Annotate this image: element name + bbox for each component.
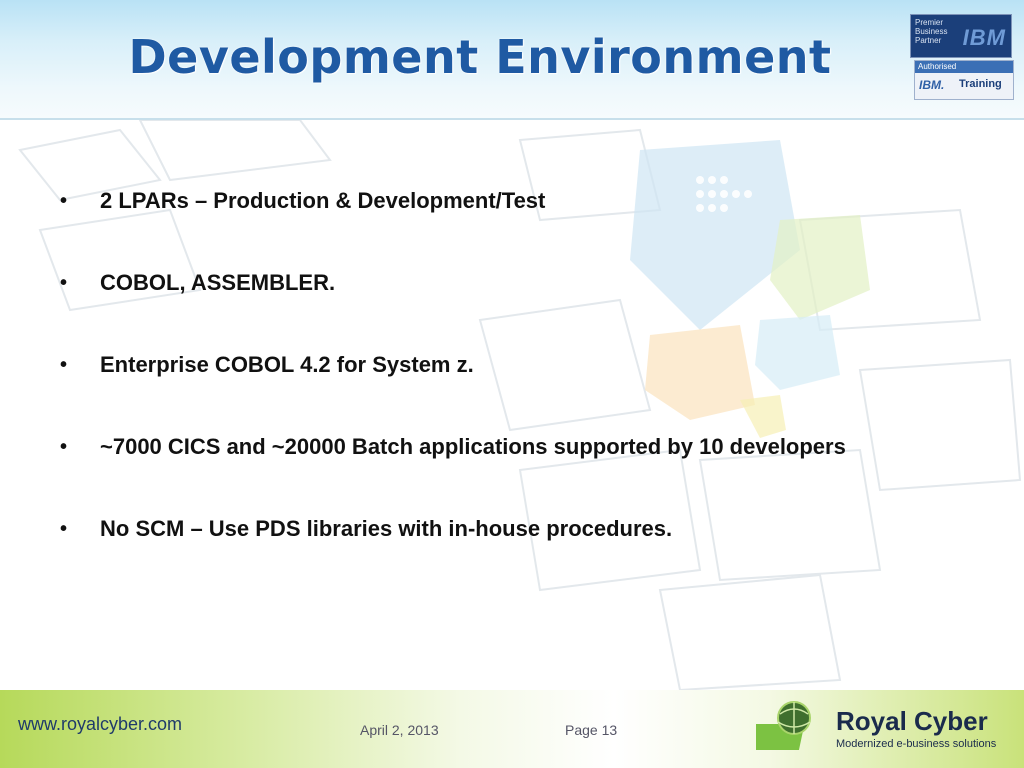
bullet-text: ~7000 CICS and ~20000 Batch applications… [100, 434, 846, 459]
bullet-item: • 2 LPARs – Production & Development/Test [60, 178, 960, 260]
bullet-item: • No SCM – Use PDS libraries with in-hous… [60, 506, 960, 588]
bullet-dot: • [60, 518, 68, 540]
bullet-text: Enterprise COBOL 4.2 for System z. [100, 352, 474, 377]
royal-cyber-logo: Royal Cyber Modernized e-business soluti… [748, 698, 1006, 760]
globe-icon [748, 701, 811, 750]
bullet-text: 2 LPARs – Production & Development/Test [100, 188, 546, 213]
bullet-dot: • [60, 354, 68, 376]
bullet-item: • COBOL, ASSEMBLER. [60, 260, 960, 342]
footer-page-number: Page 13 [565, 722, 618, 738]
badge-line-premier: Premier [915, 18, 944, 27]
footer-url: www.royalcyber.com [18, 714, 183, 734]
training-label: Training [959, 78, 1002, 90]
bullet-item: • Enterprise COBOL 4.2 for System z. [60, 342, 960, 424]
bullet-dot: • [60, 190, 68, 212]
slide-header: Development Environment Premier Business… [0, 0, 1024, 120]
ibm-premier-partner-logo: Premier Business Partner IBM [910, 14, 1012, 58]
bullet-item: • ~7000 CICS and ~20000 Batch application… [60, 424, 960, 506]
slide-footer: www.royalcyber.com April 2, 2013 Page 13… [0, 690, 1024, 768]
company-tagline: Modernized e-business solutions [836, 738, 997, 750]
bullet-dot: • [60, 436, 68, 458]
bullet-text: No SCM – Use PDS libraries with in-house… [100, 516, 673, 541]
badge-line-partner: Partner [915, 36, 942, 45]
badge-line-business: Business [915, 27, 948, 36]
bullet-list: • 2 LPARs – Production & Development/Test… [60, 178, 960, 588]
bullet-text: COBOL, ASSEMBLER. [100, 270, 336, 295]
ibm-partner-badge: Premier Business Partner IBM Authorised … [910, 14, 1014, 100]
ibm-wordmark: IBM [962, 25, 1006, 50]
company-name: Royal Cyber [836, 706, 988, 736]
ibm-training-logo: Authorised IBM. Training [914, 60, 1014, 100]
bullet-dot: • [60, 272, 68, 294]
slide-title: Development Environment [128, 30, 832, 84]
ibm-small-wordmark: IBM. [919, 78, 945, 92]
footer-date: April 2, 2013 [360, 722, 439, 738]
authorised-label: Authorised [915, 61, 1013, 73]
